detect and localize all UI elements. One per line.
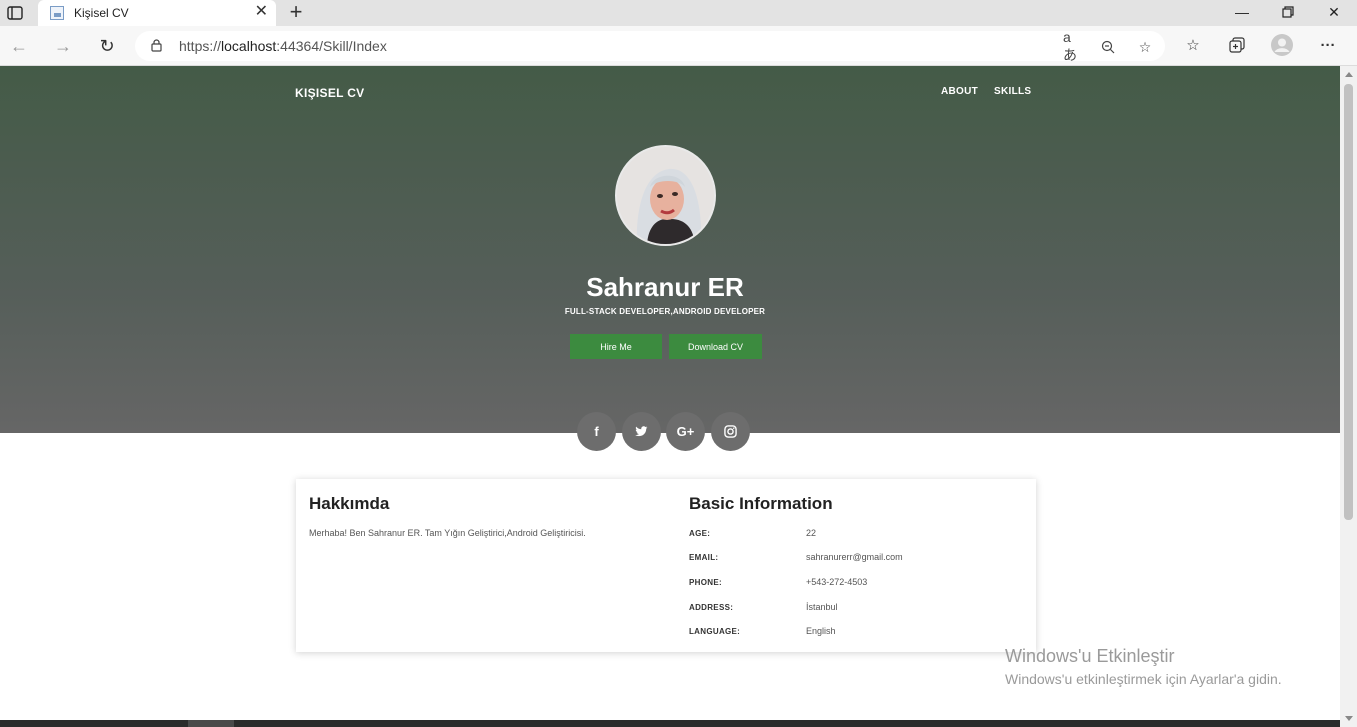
url-host: localhost [221, 38, 277, 54]
collections-icon[interactable] [1226, 34, 1248, 56]
google-plus-icon[interactable]: G+ [666, 412, 705, 451]
zoom-out-icon [1101, 40, 1115, 54]
url-path: :44364/Skill/Index [276, 38, 387, 54]
tab-title: Kişisel CV [74, 6, 129, 20]
info-value-age: 22 [806, 528, 817, 538]
page-scrollbar[interactable] [1340, 66, 1357, 727]
forward-button[interactable]: → [51, 34, 75, 58]
instagram-icon[interactable] [711, 412, 750, 451]
user-icon [1271, 34, 1293, 56]
arrow-left-icon: ← [10, 35, 28, 56]
profile-subtitle: FULL-STACK DEVELOPER,ANDROID DEVELOPER [564, 307, 766, 316]
about-card: Hakkımda Merhaba! Ben Sahranur ER. Tam Y… [296, 479, 1036, 652]
back-button[interactable]: ← [7, 34, 31, 58]
profile-name: Sahranur ER [586, 272, 744, 302]
info-value-address: İstanbul [806, 602, 838, 612]
info-value-language: English [806, 626, 836, 636]
scroll-down-icon[interactable] [1345, 716, 1353, 721]
favorites-icon[interactable]: ☆ [1182, 34, 1204, 56]
info-label-language: LANGUAGE: [689, 627, 741, 636]
page-viewport: KIŞISEL CV ABOUT SKILLS Sahranur ER FULL… [0, 66, 1340, 727]
refresh-icon: ↻ [99, 35, 115, 56]
info-value-phone: +543-272-4503 [806, 577, 868, 587]
hero-header: KIŞISEL CV ABOUT SKILLS Sahranur ER FULL… [0, 66, 1340, 433]
windows-activation-title: Windows'u Etkinleştir [1005, 646, 1175, 666]
info-label-phone: PHONE: [689, 578, 722, 587]
read-aloud-icon[interactable]: aあ [1063, 29, 1083, 63]
more-options-icon[interactable]: ··· [1317, 34, 1339, 56]
about-text: Merhaba! Ben Sahranur ER. Tam Yığın Geli… [309, 528, 586, 538]
info-label-email: EMAIL: [689, 553, 719, 562]
profile-photo [615, 145, 716, 246]
page-favicon-icon [50, 6, 64, 20]
lock-icon [151, 39, 162, 52]
browser-toolbar: ← → ↻ https://localhost:44364/Skill/Inde… [0, 26, 1357, 66]
restore-icon [1282, 6, 1294, 18]
nav-link-skills[interactable]: SKILLS [994, 86, 1031, 97]
download-cv-button[interactable]: Download CV [669, 334, 762, 359]
browser-tab-active[interactable]: Kişisel CV ✕ [38, 0, 276, 26]
scrollbar-thumb[interactable] [1344, 84, 1353, 520]
info-label-address: ADDRESS: [689, 603, 734, 612]
basic-info-title: Basic Information [689, 494, 833, 513]
tab-strip: Kişisel CV ✕ + — ✕ [0, 0, 1357, 26]
tab-actions-menu-button[interactable] [6, 4, 24, 22]
collections-glyph-icon [1229, 37, 1245, 53]
zoom-icon[interactable] [1098, 37, 1118, 57]
url-text: https://localhost:44364/Skill/Index [179, 38, 387, 54]
address-bar[interactable]: https://localhost:44364/Skill/Index aあ ☆ [135, 29, 1165, 63]
tab-close-icon[interactable]: ✕ [255, 3, 268, 21]
windows-activation-subtitle: Windows'u etkinleştirmek için Ayarlar'a … [1005, 671, 1282, 687]
minimize-window-button[interactable]: — [1219, 0, 1265, 24]
restore-window-button[interactable] [1265, 0, 1311, 24]
refresh-button[interactable]: ↻ [95, 34, 119, 58]
scroll-up-icon[interactable] [1345, 72, 1353, 77]
arrow-right-icon: → [54, 35, 72, 56]
info-label-age: AGE: [689, 529, 711, 538]
profile-photo-illustration [617, 147, 714, 244]
twitter-icon[interactable] [622, 412, 661, 451]
facebook-icon[interactable]: f [577, 412, 616, 451]
tab-actions-icon [7, 6, 23, 20]
twitter-bird-icon [635, 426, 648, 437]
url-prefix: https:// [179, 38, 222, 54]
navbar-brand[interactable]: KIŞISEL CV [295, 86, 364, 100]
add-favorite-icon[interactable]: ☆ [1135, 37, 1155, 57]
instagram-glyph-icon [724, 425, 737, 438]
nav-link-about[interactable]: ABOUT [941, 86, 978, 97]
hire-me-button[interactable]: Hire Me [570, 334, 662, 359]
about-title: Hakkımda [309, 494, 390, 513]
new-tab-button[interactable]: + [284, 0, 308, 24]
info-value-email: sahranurerr@gmail.com [806, 552, 903, 562]
taskbar-app-item[interactable] [188, 720, 234, 727]
profile-avatar-icon[interactable] [1271, 34, 1293, 56]
close-window-button[interactable]: ✕ [1311, 0, 1357, 24]
